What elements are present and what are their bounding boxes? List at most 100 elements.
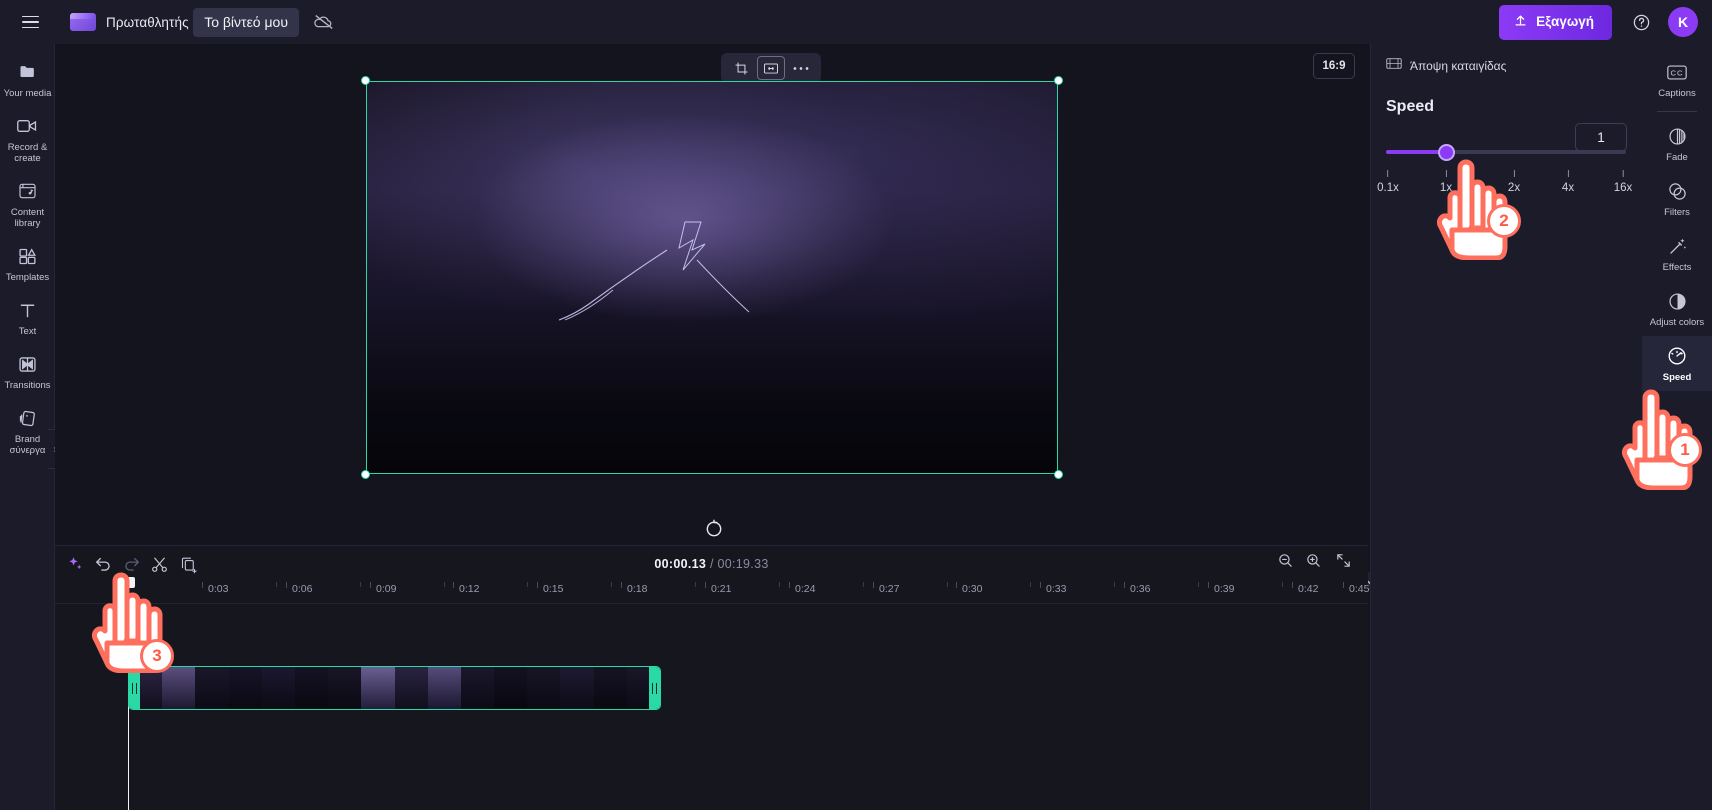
tick-mark	[1513, 170, 1515, 177]
text-icon	[2, 299, 53, 321]
right-item-effects[interactable]: Effects	[1642, 226, 1712, 281]
zoom-in-icon[interactable]	[1305, 552, 1327, 574]
speed-icon	[1644, 345, 1710, 367]
resize-handle-br[interactable]	[1054, 470, 1063, 479]
speed-slider[interactable]	[1386, 143, 1627, 161]
ruler-label: 0:27	[879, 583, 900, 595]
filters-icon	[1644, 180, 1710, 202]
tick-label: 0.1x	[1377, 182, 1399, 194]
export-button[interactable]: Εξαγωγή	[1499, 4, 1612, 40]
ruler-label: 0:06	[292, 583, 313, 595]
help-icon[interactable]	[1626, 7, 1656, 37]
sidebar-item-text[interactable]: Text	[0, 290, 55, 344]
preview-floating-toolbar	[721, 53, 821, 83]
video-clip[interactable]	[128, 666, 661, 710]
annotation-badge-2: 2	[1487, 204, 1521, 238]
film-strip-icon	[1386, 57, 1402, 75]
timeline-time-display: 00:00.13 / 00:19.33	[55, 557, 1368, 571]
right-item-adjust-colors[interactable]: Adjust colors	[1642, 281, 1712, 336]
resize-handle-tr[interactable]	[1054, 76, 1063, 85]
ruler-label: 0:24	[795, 583, 816, 595]
ruler-label: 0:33	[1046, 583, 1067, 595]
right-item-label: Fade	[1666, 152, 1688, 163]
sidebar-item-label: Content library	[10, 207, 45, 229]
zoom-out-icon[interactable]	[1277, 552, 1299, 574]
top-bar: Πρωταθλητής clip Το βίντεό μου Εξαγωγή K	[0, 0, 1712, 44]
timeline-toolbar: 00:00.13 / 00:19.33	[55, 546, 1368, 582]
sidebar-item-templates[interactable]: Templates	[0, 236, 55, 290]
current-time: 00:00.13	[654, 557, 707, 571]
brand-icon	[2, 407, 53, 429]
right-item-captions[interactable]: CC Captions	[1642, 52, 1712, 107]
ruler-label: 0:12	[459, 583, 480, 595]
sidebar-item-transitions[interactable]: Transitions	[0, 344, 55, 398]
trim-handle-left[interactable]	[129, 667, 140, 709]
trim-handle-right[interactable]	[649, 667, 660, 709]
sidebar-item-label: Templates	[5, 272, 50, 283]
right-item-label: Filters	[1664, 207, 1690, 218]
ruler-label: 0:15	[543, 583, 564, 595]
folder-icon	[2, 61, 53, 83]
properties-panel: Άποψη καταιγίδας Speed 0.1x 1x 2x 4x 16x	[1370, 44, 1642, 810]
sidebar-item-your-media[interactable]: Your media	[0, 52, 55, 106]
lightning-overlay	[558, 221, 750, 321]
total-time: 00:19.33	[717, 557, 769, 571]
video-preview-container	[361, 76, 1063, 479]
slider-fill	[1386, 150, 1446, 154]
right-item-filters[interactable]: Filters	[1642, 171, 1712, 226]
ruler-label: 0:45	[1349, 583, 1370, 595]
tick-label: 2x	[1507, 182, 1521, 194]
fit-icon[interactable]	[757, 56, 785, 80]
cloud-slash-icon[interactable]	[313, 11, 335, 33]
ellipsis-icon[interactable]	[787, 56, 815, 80]
clip-thumbnails	[129, 667, 660, 709]
effects-icon	[1644, 235, 1710, 257]
sidebar-item-content-library[interactable]: Content library	[0, 171, 55, 236]
library-icon	[2, 180, 53, 202]
annotation-badge-1: 1	[1668, 433, 1702, 467]
sidebar-item-label: Text	[18, 326, 37, 337]
sidebar-item-brand[interactable]: Brand σύνεργα	[0, 398, 55, 463]
ruler-label: 0:30	[962, 583, 983, 595]
properties-header: Άποψη καταιγίδας	[1386, 56, 1627, 76]
properties-header-label: Άποψη καταιγίδας	[1410, 59, 1507, 73]
right-item-speed[interactable]: Speed	[1642, 336, 1712, 391]
right-item-label: Speed	[1662, 372, 1692, 383]
right-item-fade[interactable]: Fade	[1642, 116, 1712, 171]
timeline: 00:00.13 / 00:19.33 0:03 0:06 0:09 0:12	[55, 545, 1370, 810]
tick-mark	[1567, 170, 1569, 177]
ruler-label: 0:39	[1214, 583, 1235, 595]
fit-timeline-icon[interactable]	[1335, 552, 1357, 574]
preview-stage: 16:9	[55, 44, 1390, 590]
svg-text:CC: CC	[1671, 68, 1684, 77]
tick-mark	[1622, 170, 1624, 177]
sidebar-item-record-create[interactable]: Record & create	[0, 106, 55, 171]
hamburger-icon[interactable]	[8, 0, 52, 44]
captions-icon: CC	[1644, 61, 1710, 83]
crop-icon[interactable]	[727, 56, 755, 80]
tick-label: 1x	[1439, 182, 1453, 194]
timeline-ruler[interactable]: 0:03 0:06 0:09 0:12 0:15 0:18 0:21 0:24 …	[55, 582, 1370, 604]
ruler-label: 0:21	[711, 583, 732, 595]
ruler-label: 0:09	[376, 583, 397, 595]
slider-knob[interactable]	[1438, 144, 1455, 161]
ruler-label: 0:03	[208, 583, 229, 595]
ruler-label: 0:36	[1130, 583, 1151, 595]
clipchamp-logo	[70, 13, 96, 31]
speed-section-title: Speed	[1386, 98, 1435, 115]
right-item-label: Captions	[1658, 88, 1696, 99]
upload-icon	[1513, 13, 1528, 31]
resize-handle-bl[interactable]	[361, 470, 370, 479]
tick-label: 16x	[1613, 182, 1633, 194]
right-sidebar: CC Captions Fade Filters Effects Adjust …	[1642, 44, 1712, 810]
video-preview[interactable]	[366, 81, 1058, 474]
speed-tick-labels: 0.1x 1x 2x 4x 16x	[1377, 170, 1632, 204]
sidebar-item-label: Record & create	[7, 142, 48, 164]
aspect-ratio-button[interactable]: 16:9	[1313, 53, 1355, 79]
avatar[interactable]: K	[1668, 7, 1698, 37]
sidebar-item-label: Brand σύνεργα	[9, 434, 46, 456]
rotate-icon[interactable]	[704, 519, 724, 539]
resize-handle-tl[interactable]	[361, 76, 370, 85]
adjust-colors-icon	[1644, 290, 1710, 312]
time-separator: /	[709, 557, 714, 571]
